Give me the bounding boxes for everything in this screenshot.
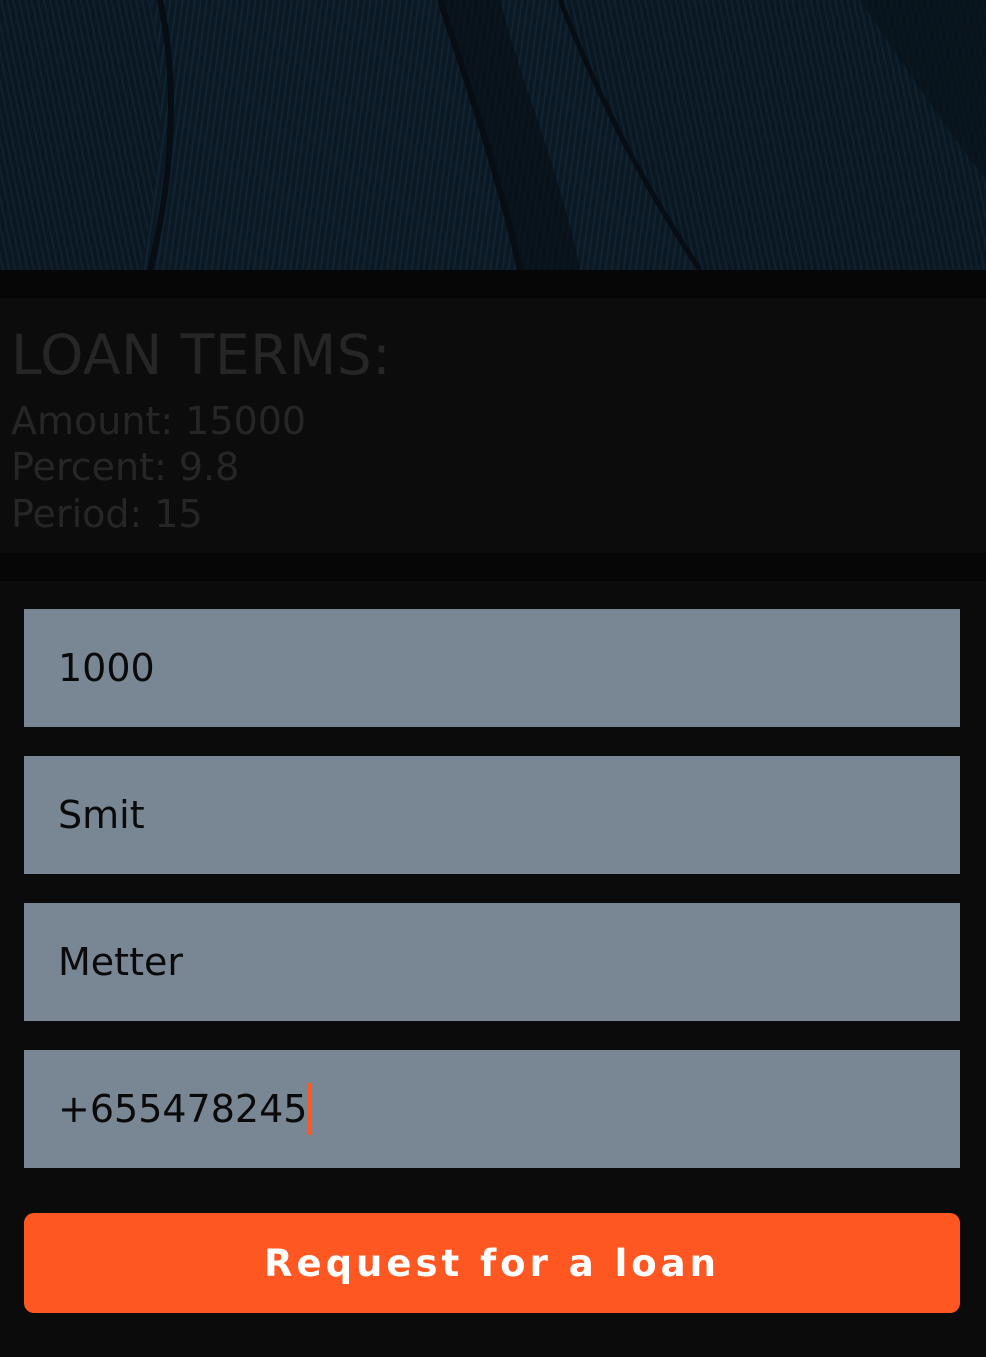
divider-band-bottom	[0, 553, 986, 581]
last-name-field-value: Metter	[58, 940, 183, 984]
first-name-field[interactable]: Smit	[24, 756, 960, 874]
loan-terms-period: Period: 15	[11, 492, 203, 536]
amount-field[interactable]: 1000	[24, 609, 960, 727]
phone-field[interactable]: +655478245	[24, 1050, 960, 1168]
last-name-field[interactable]: Metter	[24, 903, 960, 1021]
loan-terms-amount: Amount: 15000	[11, 399, 307, 443]
feather-texture	[0, 0, 986, 270]
text-cursor	[308, 1083, 312, 1135]
phone-field-value: +655478245	[58, 1087, 308, 1131]
first-name-field-value: Smit	[58, 793, 145, 837]
amount-field-value: 1000	[58, 646, 155, 690]
request-loan-button-label: Request for a loan	[263, 1241, 720, 1285]
divider-band-top	[0, 270, 986, 298]
loan-terms-title: LOAN TERMS:	[11, 323, 392, 387]
loan-terms-percent: Percent: 9.8	[11, 445, 240, 489]
request-loan-button[interactable]: Request for a loan	[24, 1213, 960, 1313]
hero-banner-image	[0, 0, 986, 270]
